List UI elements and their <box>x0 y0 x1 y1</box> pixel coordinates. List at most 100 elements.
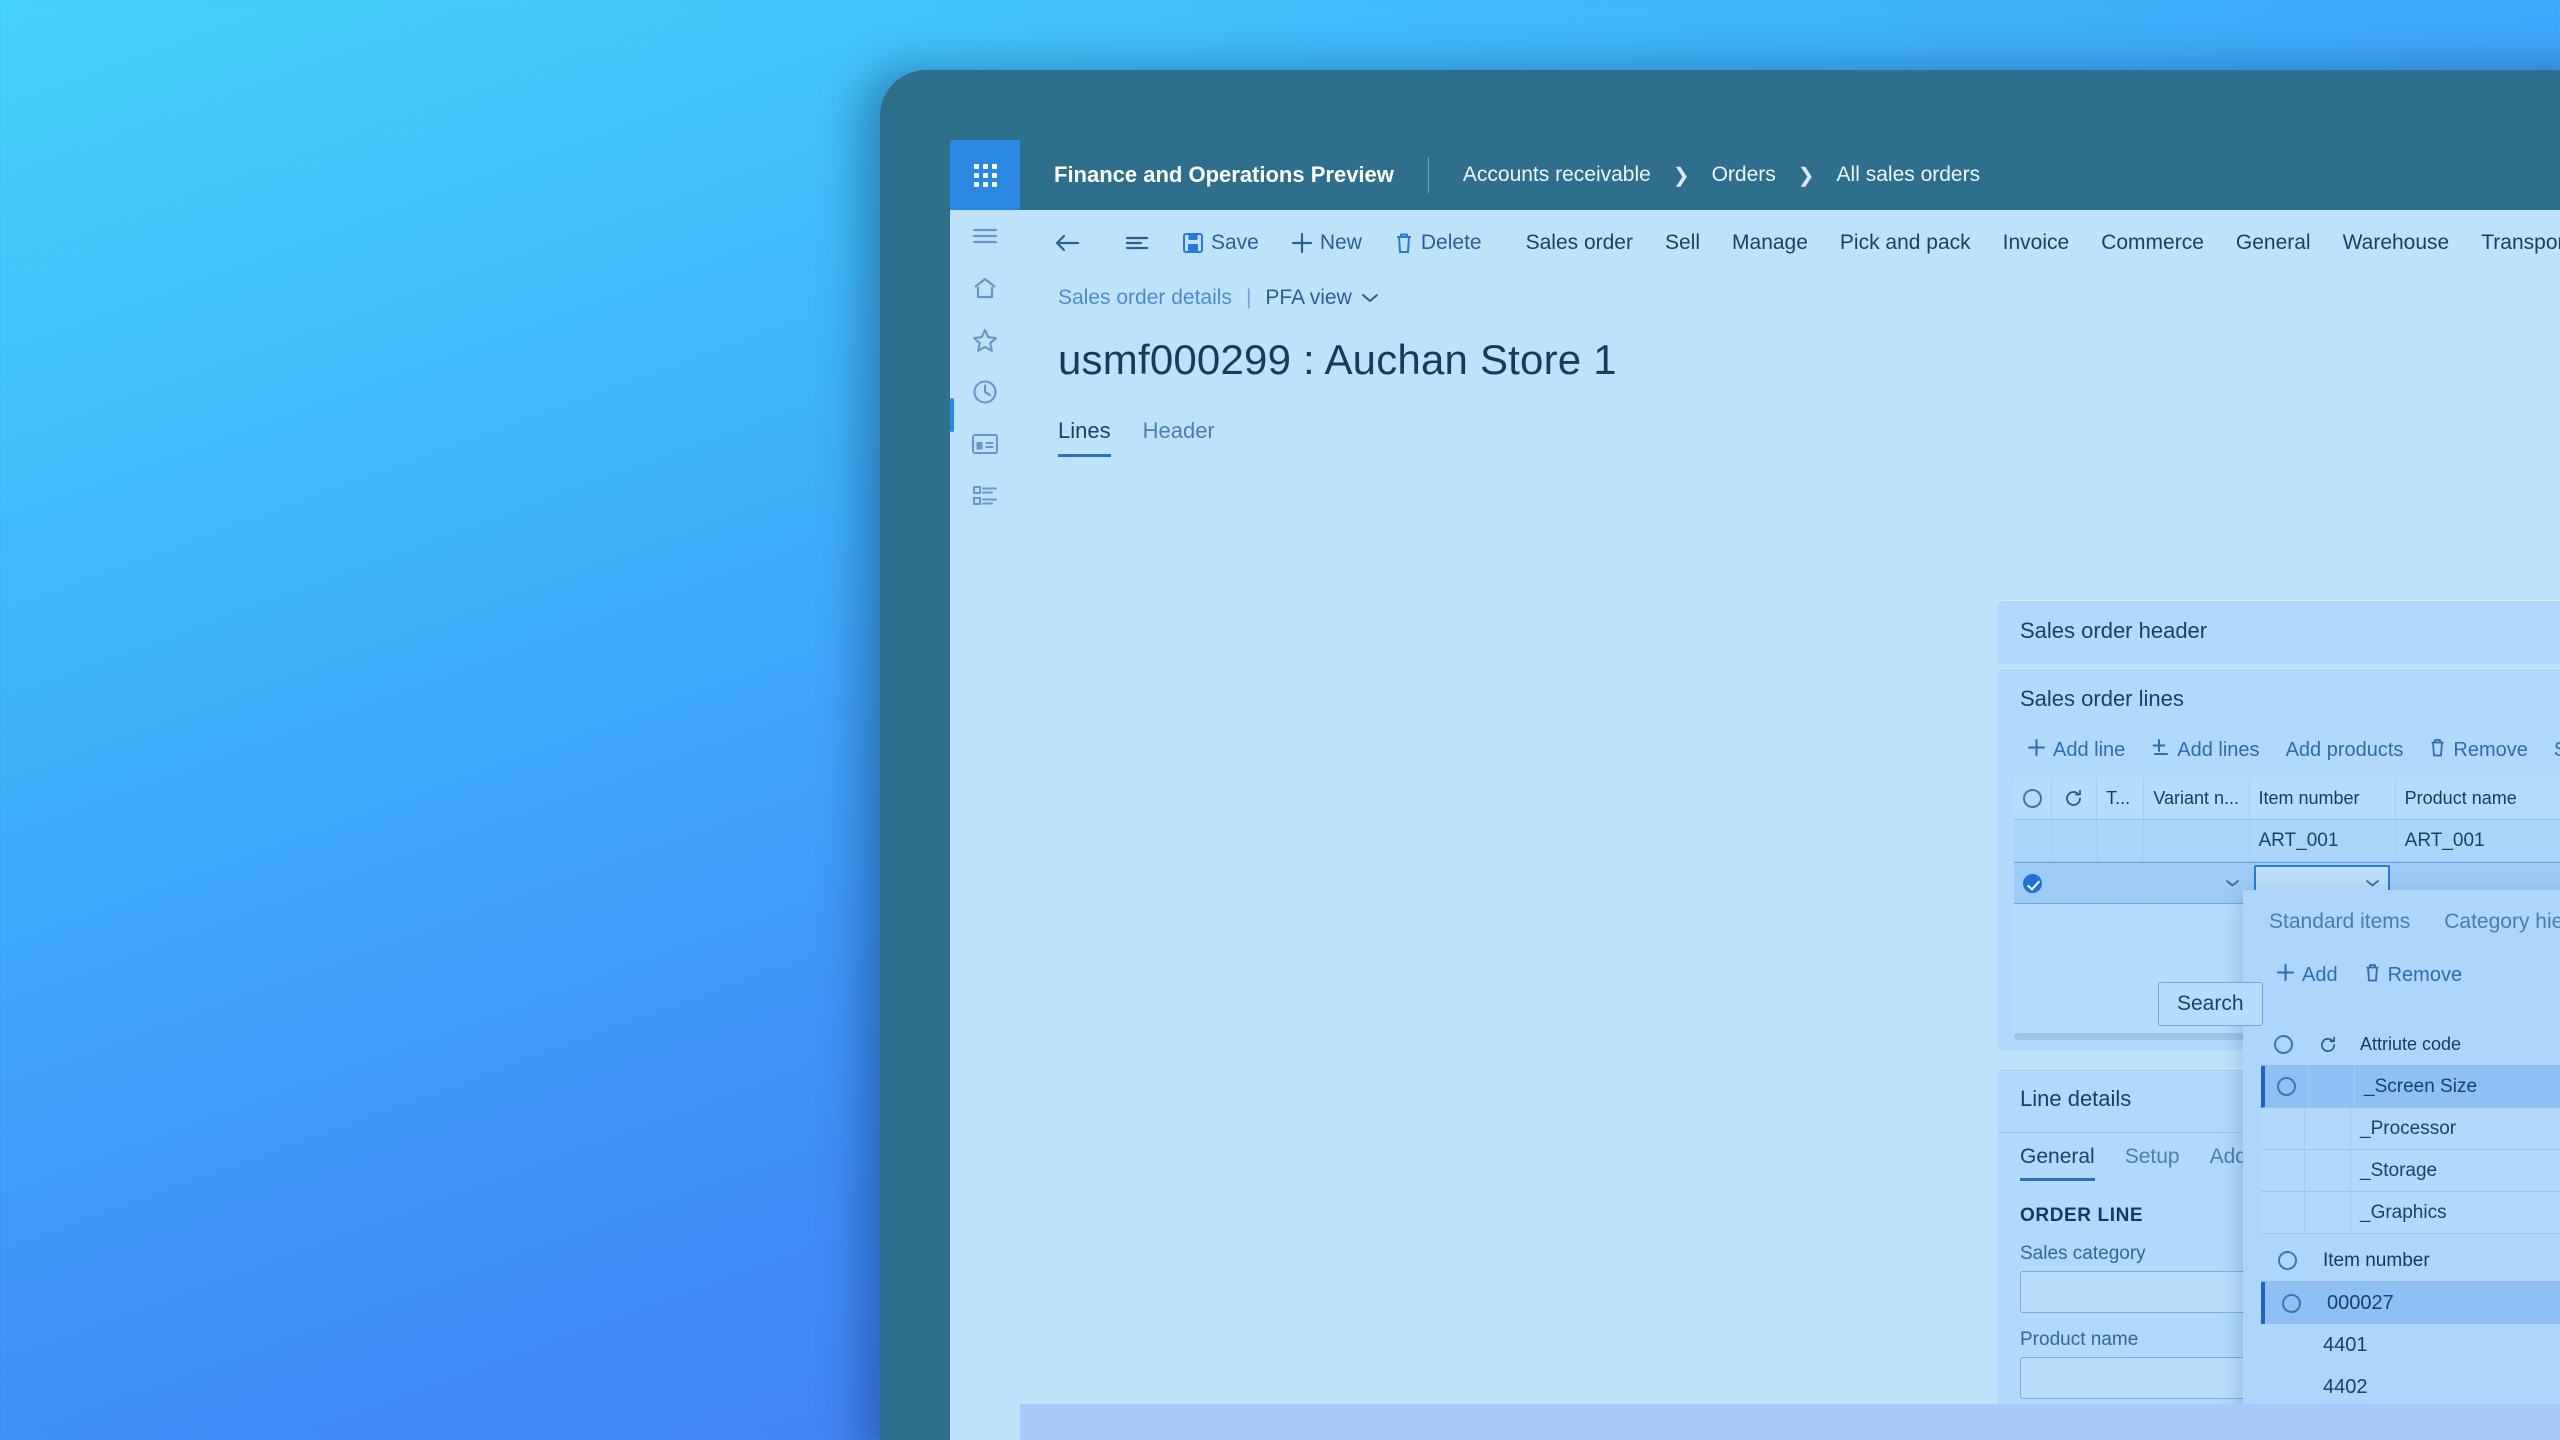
waffle-grid-icon[interactable] <box>950 140 1020 210</box>
list-item[interactable]: 4401 Item 4401 <box>2261 1324 2560 1366</box>
home-icon[interactable] <box>950 262 1020 314</box>
table-row[interactable]: _Screen Size = 100,00 <box>2261 1066 2560 1108</box>
delete-button[interactable]: Delete <box>1378 210 1498 276</box>
attr-code-value[interactable]: _Storage <box>2351 1150 2560 1191</box>
select-all-toggle[interactable] <box>2261 1024 2305 1065</box>
attr-code-value[interactable]: _Graphics <box>2351 1192 2560 1233</box>
lookup-tab-strip: Standard items Category hierarchy Refere… <box>2243 890 2560 947</box>
back-arrow-icon[interactable] <box>1038 210 1096 276</box>
sales-order-line-menu[interactable]: Sales order line <box>2541 739 2560 762</box>
remove-attribute-button[interactable]: Remove <box>2351 963 2475 988</box>
select-all-toggle[interactable] <box>2014 778 2052 819</box>
save-label: Save <box>1211 231 1259 254</box>
sales-order-header-card[interactable]: Sales order header <box>1998 600 2560 664</box>
table-row[interactable]: ART_001 ART_001 Auto accessories 15,00 e… <box>2014 820 2560 862</box>
app-brand-title[interactable]: Finance and Operations Preview <box>1020 162 1428 188</box>
search-button[interactable]: Search <box>2158 982 2263 1026</box>
tab-warehouse[interactable]: Warehouse <box>2327 210 2466 276</box>
navigation-rail <box>950 140 1020 1440</box>
clock-icon[interactable] <box>950 366 1020 418</box>
new-button[interactable]: New <box>1275 210 1378 276</box>
table-row[interactable]: _Processor = X5 <box>2261 1108 2560 1150</box>
attr-code-dropdown[interactable]: _Screen Size <box>2355 1066 2560 1107</box>
sales-order-line-label: Sales order line <box>2554 739 2560 762</box>
trash-icon <box>2429 738 2446 763</box>
tab-manage[interactable]: Manage <box>1716 210 1824 276</box>
workspace-icon[interactable] <box>950 418 1020 470</box>
row-select[interactable] <box>2265 1293 2317 1313</box>
add-lines-label: Add lines <box>2177 738 2260 761</box>
page-subnav: Sales order details | PFA view <box>1058 286 2560 310</box>
list-item[interactable]: 4402 Item 4402 <box>2261 1366 2560 1408</box>
cell-variant-dropdown[interactable] <box>2145 863 2250 903</box>
remove-attribute-label: Remove <box>2387 964 2463 986</box>
add-lines-button[interactable]: Add lines <box>2138 738 2272 763</box>
modules-list-icon[interactable] <box>950 470 1020 522</box>
radio-icon <box>2022 789 2042 808</box>
lookup-toolbar: Add Remove <box>2243 947 2560 996</box>
tab-standard-items[interactable]: Standard items <box>2269 910 2410 947</box>
attributes-grid-header: Attriute code Operator Text ⋮ <box>2261 1024 2560 1066</box>
cell-product-name[interactable]: ART_001 <box>2396 820 2560 861</box>
select-all-toggle[interactable] <box>2261 1251 2313 1270</box>
view-selector[interactable]: PFA view <box>1265 286 1378 310</box>
row-select[interactable] <box>2014 863 2052 903</box>
attr-col-code[interactable]: Attriute code <box>2351 1024 2560 1065</box>
radio-icon <box>2277 1251 2297 1270</box>
trash-icon <box>1394 232 1414 254</box>
breadcrumb-item-accounts-receivable[interactable]: Accounts receivable <box>1463 163 1651 187</box>
tab-lines[interactable]: Lines <box>1058 418 1111 457</box>
row-select[interactable] <box>2261 1108 2305 1149</box>
trash-icon <box>2364 963 2381 988</box>
tab-transportation[interactable]: Transportation <box>2465 210 2560 276</box>
remove-line-button[interactable]: Remove <box>2416 738 2540 763</box>
row-select[interactable] <box>2265 1066 2309 1107</box>
refresh-column-icon[interactable] <box>2305 1024 2351 1065</box>
result-item-number: 000027 <box>2327 1291 2394 1314</box>
row-select[interactable] <box>2261 1150 2305 1191</box>
plus-icon <box>2276 963 2295 988</box>
breadcrumb-item-all-sales-orders[interactable]: All sales orders <box>1837 163 1981 187</box>
top-navigation-bar: Finance and Operations Preview Accounts … <box>1020 140 2560 210</box>
attr-code-value[interactable]: _Processor <box>2351 1108 2560 1149</box>
breadcrumb: Accounts receivable ❯ Orders ❯ All sales… <box>1429 163 1980 188</box>
results-col-item-number[interactable]: Item number <box>2313 1250 2553 1272</box>
lines-col-type[interactable]: T... <box>2097 778 2145 819</box>
list-item[interactable]: 000027 Item Tst000137 <box>2261 1282 2560 1324</box>
tab-category-hierarchy[interactable]: Category hierarchy <box>2444 910 2560 947</box>
selected-radio-icon <box>2022 873 2042 893</box>
row-select[interactable] <box>2014 820 2052 861</box>
cell-item-number[interactable]: ART_001 <box>2250 820 2396 861</box>
lines-col-item-number[interactable]: Item number <box>2250 778 2396 819</box>
lines-col-product-name[interactable]: Product name <box>2396 778 2560 819</box>
star-icon[interactable] <box>950 314 1020 366</box>
breadcrumb-item-orders[interactable]: Orders <box>1712 163 1776 187</box>
subnav-label[interactable]: Sales order details <box>1058 286 1232 310</box>
tab-invoice[interactable]: Invoice <box>1987 210 2086 276</box>
row-select[interactable] <box>2261 1192 2305 1233</box>
tab-sell[interactable]: Sell <box>1649 210 1716 276</box>
add-line-button[interactable]: Add line <box>2014 738 2138 763</box>
add-attribute-button[interactable]: Add <box>2263 963 2351 988</box>
lines-col-variant-number[interactable]: Variant n... <box>2144 778 2250 819</box>
table-row[interactable]: _Graphics = High <box>2261 1192 2560 1234</box>
tab-pick-and-pack[interactable]: Pick and pack <box>1824 210 1987 276</box>
chevron-down-icon <box>1361 286 1379 310</box>
add-attribute-label: Add <box>2302 964 2338 986</box>
table-row[interactable]: _Storage = 512,00 <box>2261 1150 2560 1192</box>
save-button[interactable]: Save <box>1166 210 1275 276</box>
tab-general[interactable]: General <box>2220 210 2327 276</box>
tab-general[interactable]: General <box>2020 1145 2095 1181</box>
radio-icon <box>2277 1077 2296 1096</box>
tab-commerce[interactable]: Commerce <box>2085 210 2220 276</box>
tab-sales-order[interactable]: Sales order <box>1510 210 1649 276</box>
add-products-button[interactable]: Add products <box>2273 739 2417 762</box>
sales-order-lines-title: Sales order lines <box>2020 686 2184 711</box>
hamburger-menu-icon[interactable] <box>950 210 1020 262</box>
tab-setup[interactable]: Setup <box>2125 1145 2180 1181</box>
filter-sort-icon[interactable] <box>2553 1251 2560 1271</box>
plus-icon <box>2027 738 2046 763</box>
show-hide-options-icon[interactable] <box>1108 210 1166 276</box>
tab-header[interactable]: Header <box>1143 418 1215 457</box>
refresh-column-icon[interactable] <box>2052 778 2098 819</box>
